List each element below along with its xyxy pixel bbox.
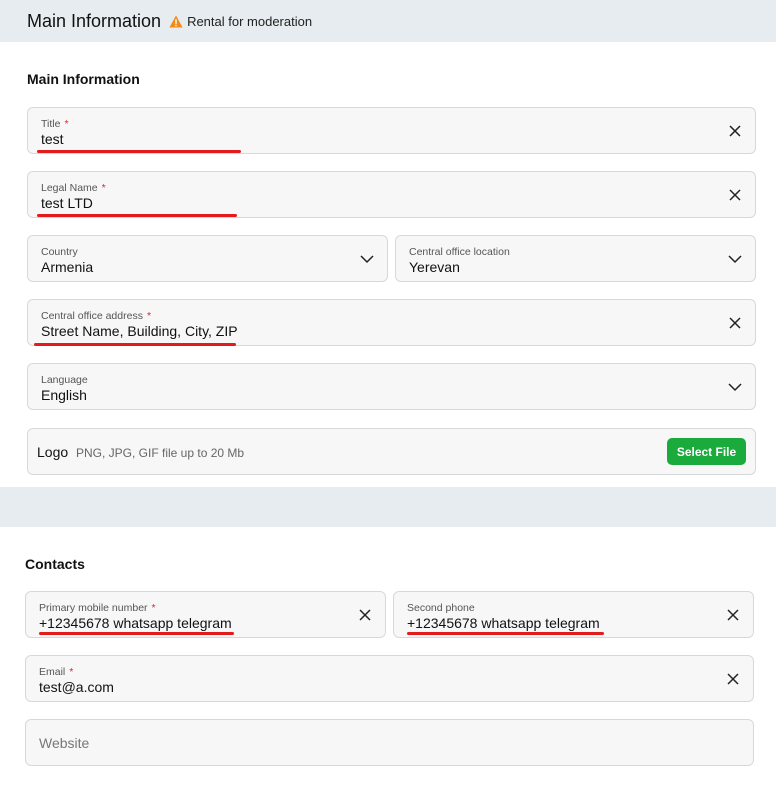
country-value: Armenia [41, 259, 94, 275]
section-divider [0, 487, 776, 527]
annotation-underline [37, 150, 241, 153]
second-phone-field[interactable]: Second phone +12345678 whatsapp telegram [393, 591, 754, 638]
email-label: Email * [39, 666, 74, 678]
office-address-value: Street Name, Building, City, ZIP [41, 323, 238, 339]
legal-name-field[interactable]: Legal Name * test LTD [27, 171, 756, 218]
logo-hint: PNG, JPG, GIF file up to 20 Mb [76, 446, 245, 460]
contacts-section-title: Contacts [25, 556, 85, 572]
page-header: Main Information Rental for moderation [0, 0, 776, 42]
annotation-underline [39, 632, 234, 635]
legal-name-value: test LTD [41, 195, 93, 211]
primary-phone-value: +12345678 whatsapp telegram [39, 615, 232, 631]
clear-second-phone-icon[interactable] [727, 609, 739, 621]
annotation-underline [37, 214, 237, 217]
country-label: Country [41, 246, 78, 258]
email-value: test@a.com [39, 679, 114, 695]
language-value: English [41, 387, 87, 403]
office-address-label: Central office address * [41, 310, 152, 322]
select-file-button[interactable]: Select File [667, 438, 746, 465]
chevron-down-icon [728, 255, 742, 264]
page-title: Main Information [27, 10, 162, 31]
title-value: test [41, 131, 64, 147]
annotation-underline [407, 632, 604, 635]
website-placeholder: Website [39, 735, 90, 751]
clear-legal-name-icon[interactable] [729, 189, 741, 201]
office-address-field[interactable]: Central office address * Street Name, Bui… [27, 299, 756, 346]
country-select[interactable]: Country Armenia [27, 235, 388, 282]
primary-phone-label: Primary mobile number * [39, 602, 156, 614]
status-text: Rental for moderation [187, 13, 313, 29]
clear-office-address-icon[interactable] [729, 317, 741, 329]
office-location-label: Central office location [409, 246, 510, 258]
office-location-select[interactable]: Central office location Yerevan [395, 235, 756, 282]
clear-title-icon[interactable] [729, 125, 741, 137]
legal-name-label: Legal Name * [41, 182, 106, 194]
title-field[interactable]: Title * test [27, 107, 756, 154]
second-phone-value: +12345678 whatsapp telegram [407, 615, 600, 631]
second-phone-label: Second phone [407, 602, 475, 614]
clear-primary-phone-icon[interactable] [359, 609, 371, 621]
annotation-underline [34, 343, 236, 346]
logo-upload-row: Logo PNG, JPG, GIF file up to 20 Mb Sele… [27, 428, 756, 475]
primary-phone-field[interactable]: Primary mobile number * +12345678 whatsap… [25, 591, 386, 638]
title-label: Title * [41, 118, 69, 130]
logo-label: Logo [37, 444, 69, 460]
clear-email-icon[interactable] [727, 673, 739, 685]
moderation-status: Rental for moderation [169, 14, 312, 29]
office-location-value: Yerevan [409, 259, 460, 275]
chevron-down-icon [728, 383, 742, 392]
language-label: Language [41, 374, 88, 386]
chevron-down-icon [360, 255, 374, 264]
warning-icon [169, 15, 183, 27]
main-info-section-title: Main Information [27, 71, 140, 87]
website-field[interactable]: Website [25, 719, 754, 766]
email-field[interactable]: Email * test@a.com [25, 655, 754, 702]
language-select[interactable]: Language English [27, 363, 756, 410]
